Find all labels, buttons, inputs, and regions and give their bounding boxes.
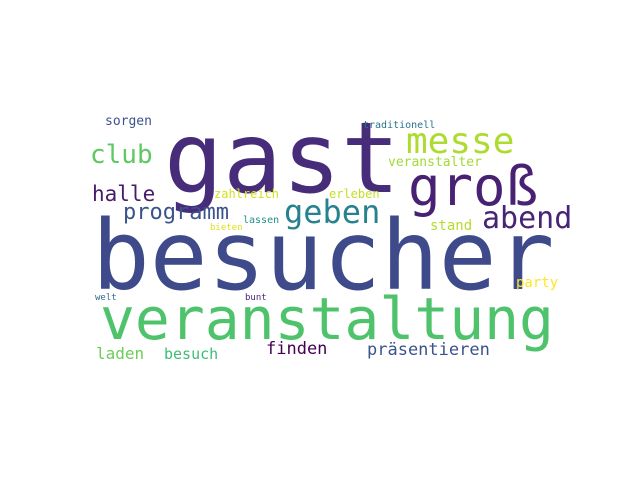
word-abend: abend <box>482 201 573 236</box>
word-party: party <box>516 275 559 291</box>
word-stand: stand <box>430 218 473 234</box>
word-welt: welt <box>95 293 117 303</box>
word-besuch: besuch <box>164 345 219 363</box>
word-traditionell: traditionell <box>363 120 436 131</box>
word-finden: finden <box>266 339 328 359</box>
word-cloud: besucher gast veranstaltung groß messe g… <box>0 0 640 480</box>
word-erleben: erleben <box>329 187 380 201</box>
word-bunt: bunt <box>245 293 267 303</box>
word-halle: halle <box>92 182 156 206</box>
word-bieten: bieten <box>210 223 243 233</box>
word-club: club <box>90 140 153 170</box>
word-veranstalter: veranstalter <box>388 155 482 170</box>
word-lassen: lassen <box>243 215 280 226</box>
word-sorgen: sorgen <box>105 114 152 129</box>
word-zahlreich: zahlreich <box>214 187 280 201</box>
word-praesentieren: präsentieren <box>367 340 490 360</box>
word-laden: laden <box>96 344 145 363</box>
